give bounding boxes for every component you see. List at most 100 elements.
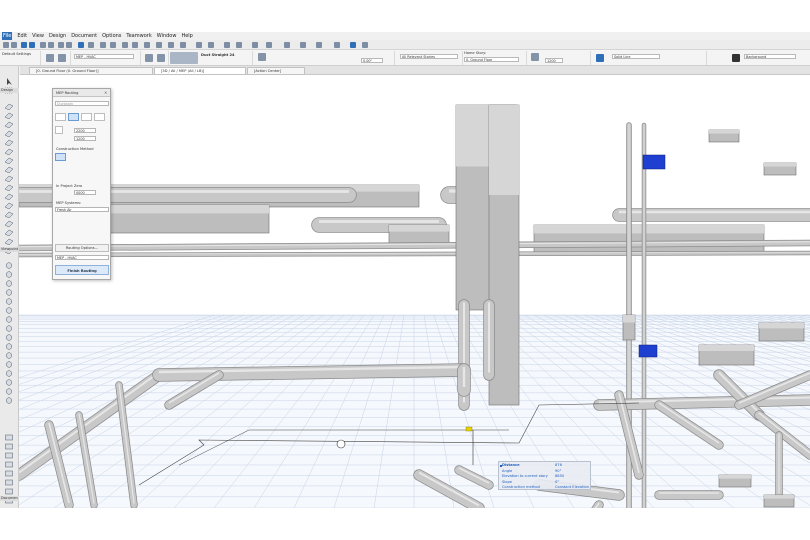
slope-arrow-icon[interactable] [83, 153, 94, 161]
camera-tool-icon[interactable] [4, 426, 14, 441]
cross-section-icon[interactable] [531, 53, 539, 61]
arrow-tool-icon[interactable] [4, 70, 14, 85]
layer-select[interactable]: MEP - HVAC [55, 255, 109, 260]
zoom-out-icon[interactable] [66, 42, 72, 48]
morph-tool-icon[interactable] [4, 239, 14, 255]
elevation-icon[interactable] [168, 42, 174, 48]
mep-system-select[interactable]: Fresh Air [55, 207, 109, 212]
measure-icon[interactable] [144, 42, 150, 48]
routing-grid-icon[interactable] [56, 169, 70, 179]
view-3d-icon[interactable] [78, 42, 84, 48]
walkthrough-icon[interactable] [4, 435, 14, 450]
menu-edit[interactable]: Edit [17, 32, 27, 40]
fill-pattern-icon[interactable] [732, 54, 740, 62]
object-tool-icon[interactable] [4, 212, 14, 228]
pan-tool-icon[interactable] [4, 489, 14, 504]
close-icon[interactable]: × [104, 91, 108, 95]
zero-elevation-input[interactable]: 0000 [74, 190, 96, 195]
favorites-label[interactable]: Default Settings [2, 52, 31, 56]
layer-select[interactable]: MEP - HVAC [74, 54, 134, 59]
marquee-tool-icon[interactable] [4, 79, 14, 94]
reference-line-icon[interactable] [258, 53, 266, 61]
radial-dim-icon[interactable] [4, 453, 14, 468]
drawing-tool-icon[interactable] [4, 326, 14, 341]
width-input[interactable]: 1200 [545, 58, 563, 63]
label-tool-icon[interactable] [4, 281, 14, 296]
line-tool-icon[interactable] [4, 299, 14, 314]
menu-options[interactable]: Options [102, 32, 121, 40]
wall-tool-icon[interactable] [4, 95, 14, 111]
slab-tool-icon[interactable] [4, 122, 14, 138]
morph-icon[interactable] [236, 42, 242, 48]
mep-3d-model[interactable] [19, 75, 810, 508]
beam-tool-icon[interactable] [4, 113, 14, 129]
section-tool-icon[interactable] [4, 335, 14, 350]
constant-elevation-icon[interactable] [55, 153, 66, 161]
flex-duct-icon[interactable] [157, 54, 165, 62]
tracker-value[interactable]: 90° [555, 469, 561, 473]
height-input[interactable]: 1200 [74, 136, 96, 141]
survey-point-icon[interactable] [4, 480, 14, 495]
menu-design[interactable]: Design [49, 32, 66, 40]
send-receive-icon[interactable] [208, 42, 214, 48]
vertical-arrow-icon[interactable] [69, 153, 80, 161]
tracker-value[interactable]: 0° [555, 480, 559, 484]
arrow-tool-icon[interactable] [46, 54, 54, 62]
roof-tool-icon[interactable] [4, 149, 14, 165]
tracker-value[interactable]: Constant Elevation [555, 485, 589, 489]
tab-3d-view[interactable]: [3D / All / MEP (All / LB)] [154, 67, 246, 75]
angle-arrow-icon[interactable] [97, 153, 108, 161]
render-icon[interactable] [224, 42, 230, 48]
curtain-wall-tool-icon[interactable] [4, 167, 14, 183]
duct-rectangular-icon[interactable] [68, 113, 79, 121]
publish-icon[interactable] [180, 42, 186, 48]
home-story-select[interactable]: 0. Ground Floor [464, 57, 519, 62]
plot-icon[interactable] [362, 42, 368, 48]
print-icon[interactable] [350, 42, 356, 48]
line-type-select[interactable]: Solid Line [612, 54, 660, 59]
teamwork-icon[interactable] [196, 42, 202, 48]
menu-file[interactable]: File [2, 32, 13, 40]
layers-icon[interactable] [100, 42, 106, 48]
change-tool-icon[interactable] [4, 371, 14, 386]
window-tool-icon[interactable] [4, 185, 14, 201]
column-tool-icon[interactable] [4, 104, 14, 120]
zoom-in-icon[interactable] [58, 42, 64, 48]
checkmark-icon[interactable] [596, 54, 604, 62]
elbow-icon[interactable] [75, 169, 85, 177]
door-tool-icon[interactable] [4, 176, 14, 192]
window-icon[interactable] [266, 42, 272, 48]
tracker-value[interactable]: 8850 [555, 474, 564, 478]
skylight-tool-icon[interactable] [4, 194, 14, 210]
orbit-icon[interactable] [88, 42, 94, 48]
route-type-select[interactable]: Ductwork [55, 101, 109, 106]
elevation-tool-icon[interactable] [4, 344, 14, 359]
mesh-tool-icon[interactable] [4, 230, 14, 246]
menu-window[interactable]: Window [157, 32, 177, 40]
offset-input[interactable]: 0.00" [361, 58, 383, 63]
properties-icon[interactable] [300, 42, 306, 48]
zone-tool-icon[interactable] [4, 221, 14, 237]
undo-icon[interactable] [21, 42, 27, 48]
angle-dim-icon[interactable] [4, 462, 14, 477]
snap-icon[interactable] [40, 42, 46, 48]
duct-round-icon[interactable] [81, 113, 92, 121]
pen-set-icon[interactable] [110, 42, 116, 48]
arc-tool-icon[interactable] [4, 308, 14, 323]
grid-element-icon[interactable] [4, 444, 14, 459]
spot-elevation-icon[interactable] [4, 471, 14, 486]
railing-tool-icon[interactable] [4, 140, 14, 156]
library-icon[interactable] [334, 42, 340, 48]
marquee-tool-icon[interactable] [11, 42, 17, 48]
fill-tool-icon[interactable] [4, 290, 14, 305]
issues-icon[interactable] [316, 42, 322, 48]
guide-line-icon[interactable] [48, 42, 54, 48]
tracker-value[interactable]: 876 [555, 463, 562, 467]
menu-view[interactable]: View [32, 32, 44, 40]
geometry-icon[interactable] [58, 54, 66, 62]
hotspot-tool-icon[interactable] [4, 389, 14, 404]
detail-tool-icon[interactable] [4, 353, 14, 368]
polyline-tool-icon[interactable] [4, 317, 14, 332]
settings-icon[interactable] [252, 42, 258, 48]
duct-flex-icon[interactable] [94, 113, 105, 121]
